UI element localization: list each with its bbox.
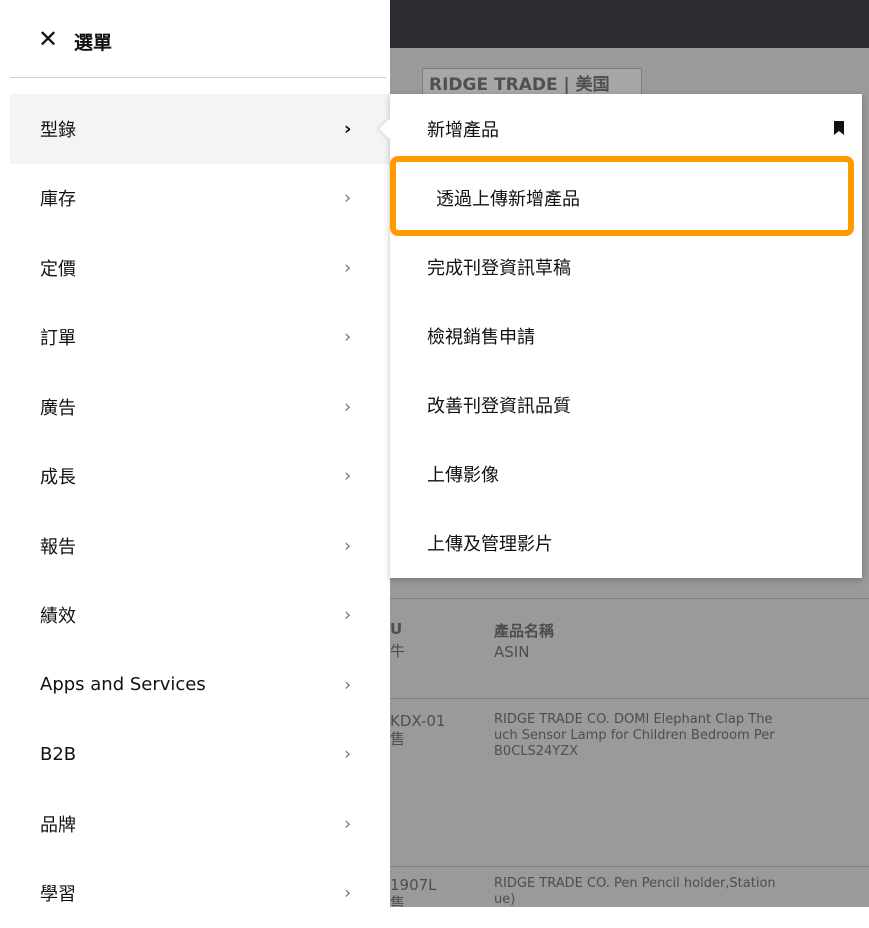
- menu-item-label: 學習: [40, 880, 76, 906]
- table-row-sku: KDX-01售: [390, 712, 445, 748]
- submenu-item-upload-images[interactable]: 上傳影像: [390, 439, 862, 508]
- chevron-right-icon: ›: [344, 883, 351, 904]
- submenu-item-label: 完成刊登資訊草稿: [427, 254, 571, 280]
- submenu-item-view-selling-applications[interactable]: 檢視銷售申請: [390, 301, 862, 370]
- chevron-right-icon: ›: [344, 674, 351, 695]
- top-nav-bar: [390, 0, 869, 48]
- menu-item-learn[interactable]: 學習 ›: [10, 859, 390, 928]
- chevron-right-icon: ›: [344, 396, 351, 417]
- column-header-product-name: 產品名稱 ASIN: [494, 620, 554, 661]
- chevron-right-icon: ›: [344, 257, 351, 278]
- menu-item-label: B2B: [40, 744, 76, 765]
- menu-item-growth[interactable]: 成長 ›: [10, 442, 390, 512]
- submenu-item-complete-drafts[interactable]: 完成刊登資訊草稿: [390, 232, 862, 301]
- navigation-drawer: ✕ 選單 型錄 › 庫存 › 定價 › 訂單 › 廣告 › 成長 › 報告 › 績效 › App…: [0, 0, 390, 907]
- submenu-item-label: 上傳影像: [427, 461, 499, 487]
- menu-item-reports[interactable]: 報告 ›: [10, 511, 390, 581]
- submenu-item-label: 透過上傳新增產品: [436, 185, 580, 211]
- sku-header-sub: 牛: [390, 640, 480, 661]
- asin-header-label: ASIN: [494, 643, 554, 661]
- chevron-right-icon: ›: [344, 466, 351, 487]
- chevron-right-icon: ›: [344, 118, 351, 139]
- menu-item-brands[interactable]: 品牌 ›: [10, 789, 390, 859]
- chevron-right-icon: ›: [344, 605, 351, 626]
- submenu-item-improve-listing-quality[interactable]: 改善刊登資訊品質: [390, 370, 862, 439]
- chevron-right-icon: ›: [344, 744, 351, 765]
- chevron-right-icon: ›: [344, 813, 351, 834]
- table-divider: [390, 698, 869, 699]
- column-header-sku: U 牛: [390, 620, 480, 661]
- menu-item-label: 績效: [40, 602, 76, 628]
- menu-item-label: 庫存: [40, 185, 76, 211]
- submenu-item-label: 改善刊登資訊品質: [427, 392, 571, 418]
- drawer-header: ✕ 選單: [0, 0, 390, 78]
- menu-item-label: 品牌: [40, 811, 76, 837]
- menu-item-advertising[interactable]: 廣告 ›: [10, 372, 390, 442]
- chevron-right-icon: ›: [344, 188, 351, 209]
- menu-item-apps-and-services[interactable]: Apps and Services ›: [10, 650, 390, 720]
- menu-item-label: 訂單: [40, 324, 76, 350]
- submenu-item-add-products-via-upload[interactable]: 透過上傳新增產品: [390, 163, 862, 232]
- submenu-item-upload-manage-videos[interactable]: 上傳及管理影片: [390, 508, 862, 577]
- menu-item-label: 定價: [40, 255, 76, 281]
- menu-item-pricing[interactable]: 定價 ›: [10, 233, 390, 303]
- main-menu: 型錄 › 庫存 › 定價 › 訂單 › 廣告 › 成長 › 報告 › 績效 › Apps and…: [10, 94, 390, 928]
- chevron-right-icon: ›: [344, 327, 351, 348]
- menu-item-label: 成長: [40, 463, 76, 489]
- menu-item-inventory[interactable]: 庫存 ›: [10, 164, 390, 234]
- drawer-divider: [10, 77, 386, 78]
- table-row-sku: 1907L售: [390, 876, 437, 907]
- bookmark-icon[interactable]: [834, 121, 844, 135]
- close-icon[interactable]: ✕: [38, 28, 60, 50]
- menu-item-orders[interactable]: 訂單 ›: [10, 303, 390, 373]
- submenu-item-label: 上傳及管理影片: [427, 530, 553, 556]
- table-divider: [390, 598, 869, 599]
- submenu-item-add-product[interactable]: 新增產品: [390, 94, 862, 163]
- table-divider: [390, 866, 869, 867]
- sku-header-label: U: [390, 620, 402, 638]
- table-row-title: RIDGE TRADE CO. Pen Pencil holder,Statio…: [494, 876, 869, 907]
- catalog-submenu: 新增產品 透過上傳新增產品 完成刊登資訊草稿 檢視銷售申請 改善刊登資訊品質 上…: [390, 94, 862, 578]
- menu-item-label: 型錄: [40, 116, 76, 142]
- menu-item-label: 報告: [40, 533, 76, 559]
- menu-item-label: Apps and Services: [40, 674, 206, 695]
- product-name-header-label: 產品名稱: [494, 622, 554, 640]
- drawer-title: 選單: [74, 28, 112, 55]
- table-row-title: RIDGE TRADE CO. DOMI Elephant Clap The u…: [494, 712, 869, 760]
- menu-item-label: 廣告: [40, 394, 76, 420]
- menu-item-performance[interactable]: 績效 ›: [10, 581, 390, 651]
- menu-item-catalog[interactable]: 型錄 ›: [10, 94, 390, 164]
- submenu-item-label: 檢視銷售申請: [427, 323, 535, 349]
- submenu-item-label: 新增產品: [427, 116, 499, 142]
- chevron-right-icon: ›: [344, 535, 351, 556]
- menu-item-b2b[interactable]: B2B ›: [10, 720, 390, 790]
